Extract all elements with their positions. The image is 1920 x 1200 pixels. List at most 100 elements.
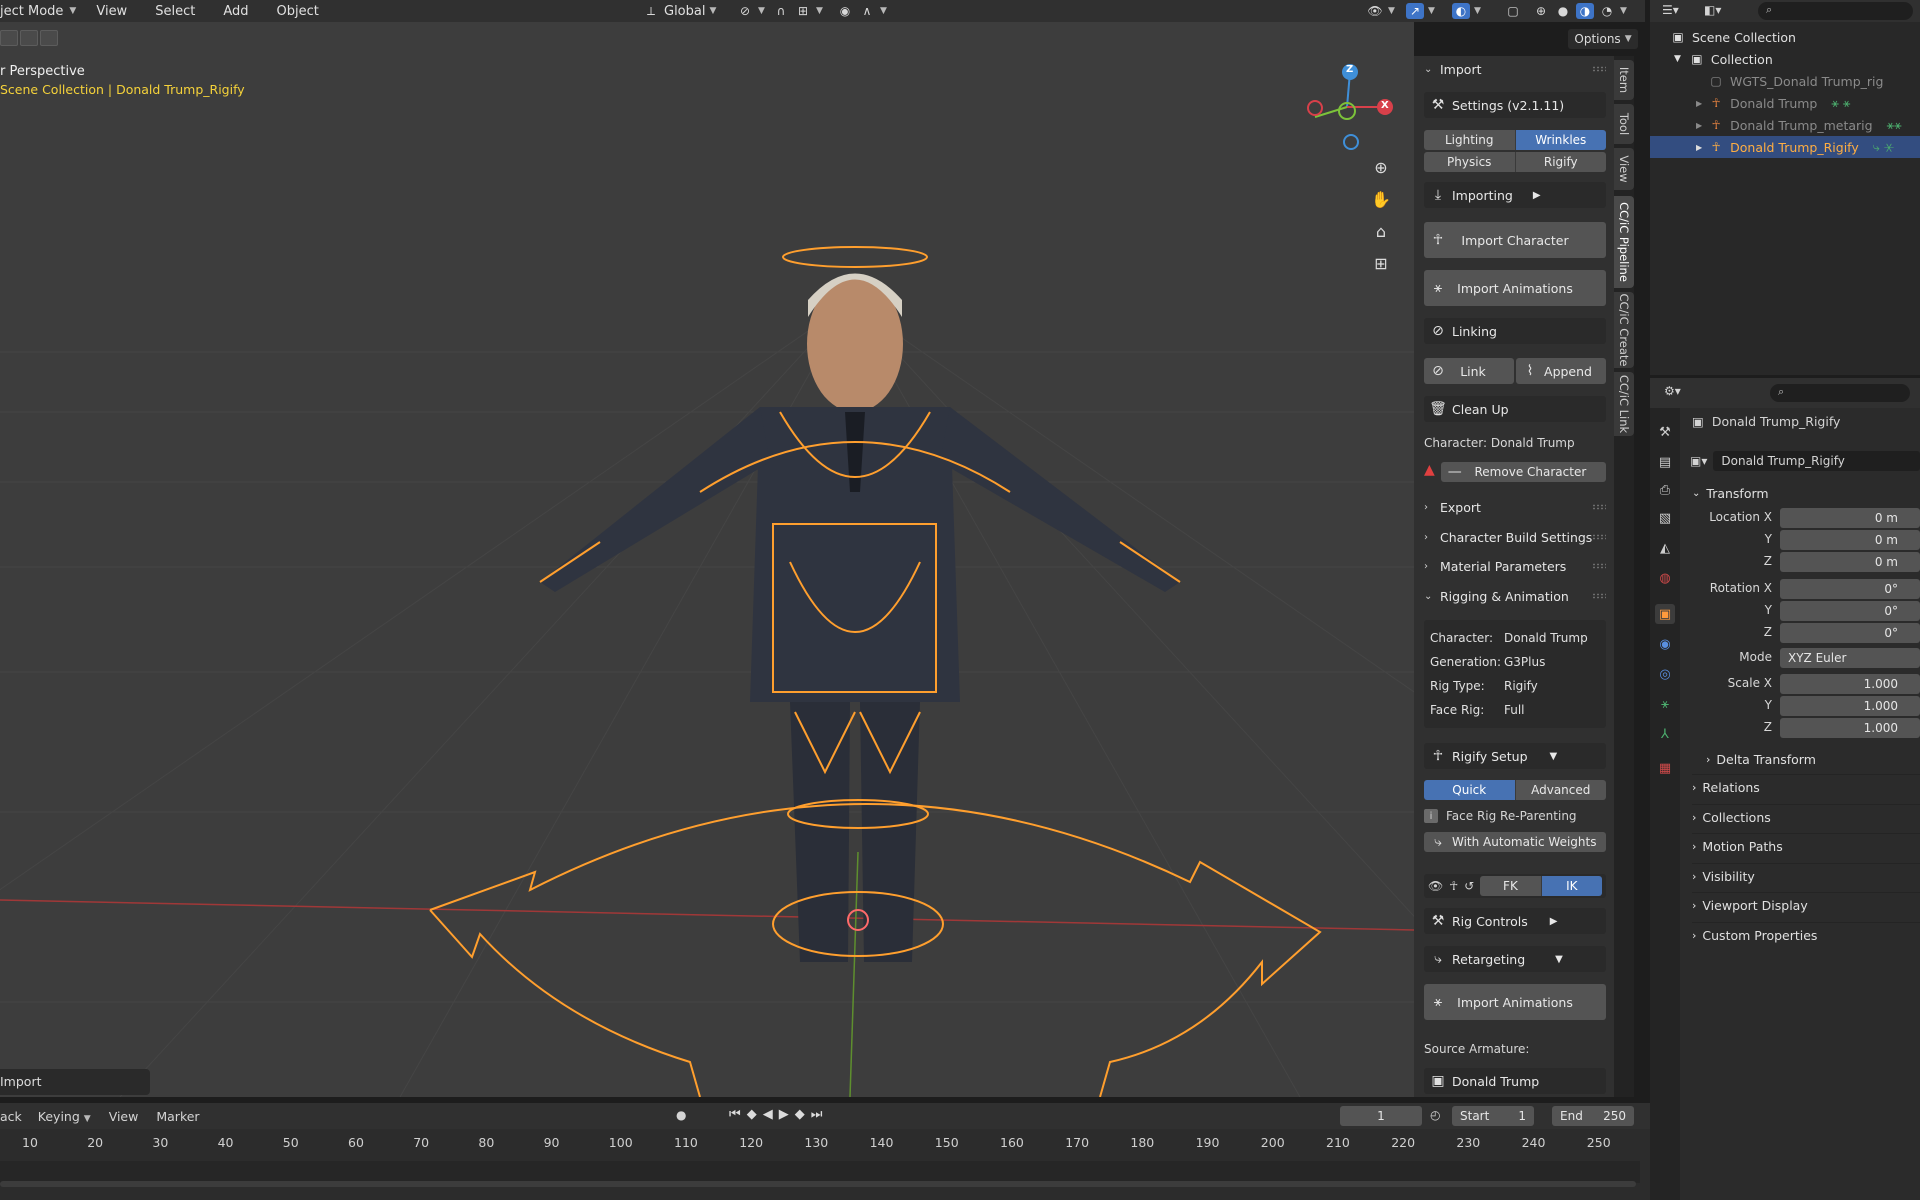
- tab-physics[interactable]: Physics: [1424, 152, 1516, 172]
- outliner-row[interactable]: ▣ Scene Collection: [1650, 26, 1920, 48]
- import-animations-retarget-button[interactable]: ⚹ Import Animations: [1424, 984, 1606, 1020]
- tab-advanced[interactable]: Advanced: [1515, 780, 1606, 800]
- location-y-field[interactable]: 0 m: [1780, 530, 1920, 550]
- menu-view[interactable]: View: [82, 4, 141, 19]
- tab-fk[interactable]: FK: [1480, 876, 1542, 896]
- location-z-field[interactable]: 0 m: [1780, 552, 1920, 572]
- outliner-row[interactable]: ▶ ☥ Donald Trump ⚹ ⚹: [1650, 92, 1920, 114]
- editor-type-icon[interactable]: ☰▾: [1662, 3, 1679, 17]
- location-x-field[interactable]: 0 m: [1780, 508, 1920, 528]
- import-panel-header[interactable]: ⌄ Import: [1424, 58, 1606, 80]
- tab-tool[interactable]: Tool: [1614, 104, 1634, 144]
- pivot-dropdown[interactable]: ⊘ ▼: [736, 0, 765, 22]
- triangle-right-icon[interactable]: ▶: [1696, 121, 1702, 130]
- relations-header[interactable]: › Relations: [1692, 774, 1920, 800]
- tab-wrinkles[interactable]: Wrinkles: [1515, 130, 1606, 150]
- import-animations-button[interactable]: ⚹ Import Animations: [1424, 270, 1606, 306]
- mode-dropdown[interactable]: ject Mode ▼: [0, 4, 82, 19]
- automatic-weights-button[interactable]: ⤷ With Automatic Weights: [1424, 832, 1606, 852]
- view-layer-icon[interactable]: ▧: [1655, 508, 1675, 528]
- append-button[interactable]: ⌇ Append: [1516, 358, 1606, 384]
- tab-lighting[interactable]: Lighting: [1424, 130, 1516, 150]
- cleanup-button[interactable]: 🗑 Clean Up: [1424, 396, 1606, 422]
- rotation-z-field[interactable]: 0°: [1780, 623, 1920, 643]
- drag-grip-icon[interactable]: [1592, 66, 1606, 72]
- character-build-settings-header[interactable]: › Character Build Settings: [1424, 526, 1606, 548]
- editor-type-icon[interactable]: ⚙▾: [1664, 384, 1681, 398]
- tool-icon[interactable]: ⚒: [1655, 422, 1675, 442]
- timeline-area[interactable]: 10 20 30 40 50 60 70 80 90 100 110 120 130 140 150 160 1…: [0, 1129, 1650, 1200]
- rigging-animation-header[interactable]: ⌄ Rigging & Animation: [1424, 585, 1606, 607]
- drag-grip-icon[interactable]: [1592, 534, 1606, 540]
- rendered-shading-icon[interactable]: ◔: [1598, 3, 1616, 19]
- physics-icon[interactable]: ◎: [1655, 664, 1675, 684]
- triangle-right-icon[interactable]: ▶: [1696, 143, 1702, 152]
- next-keyframe-icon[interactable]: ◆: [795, 1107, 805, 1122]
- 3d-viewport[interactable]: Z X ⊕ ✋ ⌂ ⊞ r Perspective Scene Collecti…: [0, 22, 1414, 1097]
- triangle-down-icon[interactable]: ▼: [1674, 54, 1681, 64]
- outliner-search-input[interactable]: ⌕: [1758, 2, 1913, 20]
- remove-character-button[interactable]: — Remove Character: [1440, 462, 1606, 482]
- visibility-dropdown[interactable]: 👁 ▼: [1366, 0, 1395, 22]
- outliner-row-selected[interactable]: ▶ ☥ Donald Trump_Rigify ⤷ ⚹: [1650, 136, 1920, 158]
- delta-transform-header[interactable]: › Delta Transform: [1706, 746, 1920, 772]
- object-icon[interactable]: ▣: [1655, 604, 1675, 624]
- solid-shading-icon[interactable]: ●: [1554, 3, 1572, 19]
- material-shading-icon[interactable]: ◑: [1576, 3, 1594, 19]
- tab-cc-pipeline[interactable]: CC/iC Pipeline: [1614, 196, 1634, 288]
- rig-controls-button[interactable]: ⚒ Rig Controls ▶: [1424, 908, 1606, 934]
- import-character-button[interactable]: ☥ Import Character: [1424, 222, 1606, 258]
- hand-pan-icon[interactable]: ✋: [1366, 184, 1396, 214]
- texture-icon[interactable]: ▦: [1655, 758, 1675, 778]
- overlays-toggle[interactable]: ◐ ▼: [1452, 0, 1481, 22]
- transform-panel-header[interactable]: ⌄ Transform: [1692, 480, 1920, 506]
- proportional-edit-toggle[interactable]: ◉ ∧ ▼: [836, 0, 887, 22]
- stopwatch-icon[interactable]: ◴: [1430, 1108, 1440, 1122]
- visibility-header[interactable]: › Visibility: [1692, 863, 1920, 889]
- importing-section-button[interactable]: ⤓ Importing ▶: [1424, 182, 1606, 208]
- selection-mode-buttons[interactable]: [0, 30, 58, 46]
- select-extend-icon[interactable]: [20, 30, 38, 46]
- world-icon[interactable]: ◍: [1655, 568, 1675, 588]
- keyframe-track[interactable]: [0, 1161, 1640, 1183]
- armature-icon[interactable]: ☥: [1449, 879, 1458, 893]
- retargeting-button[interactable]: ⤷ Retargeting ▼: [1424, 946, 1606, 972]
- zoom-icon[interactable]: ⊕: [1366, 152, 1396, 182]
- grid-ortho-icon[interactable]: ⊞: [1366, 248, 1396, 278]
- play-icon[interactable]: ▶: [779, 1107, 789, 1122]
- play-reverse-icon[interactable]: ◀: [763, 1107, 773, 1122]
- transform-orientation-dropdown[interactable]: ⟂ Global ▼: [642, 0, 716, 22]
- menu-add[interactable]: Add: [209, 4, 262, 19]
- custom-properties-header[interactable]: › Custom Properties: [1692, 922, 1920, 948]
- render-icon[interactable]: ▤: [1655, 452, 1675, 472]
- tab-cc-link[interactable]: CC/iC Link: [1614, 372, 1634, 436]
- menu-object[interactable]: Object: [262, 4, 332, 19]
- rotation-mode-dropdown[interactable]: XYZ Euler: [1780, 648, 1920, 668]
- rotation-y-field[interactable]: 0°: [1780, 601, 1920, 621]
- playback-menu[interactable]: ack: [0, 1109, 32, 1124]
- output-icon[interactable]: ⎙: [1655, 480, 1675, 500]
- select-new-icon[interactable]: [0, 30, 18, 46]
- tab-ik[interactable]: IK: [1541, 876, 1602, 896]
- options-dropdown[interactable]: Options ▼: [1568, 29, 1638, 49]
- eye-icon[interactable]: 👁: [1428, 879, 1443, 893]
- menu-select[interactable]: Select: [141, 4, 209, 19]
- tab-view[interactable]: View: [1614, 148, 1634, 190]
- prev-keyframe-icon[interactable]: ◆: [747, 1107, 757, 1122]
- link-button[interactable]: ⊘ Link: [1424, 358, 1514, 384]
- start-frame-field[interactable]: Start 1: [1452, 1106, 1534, 1126]
- settings-button[interactable]: ⚒ Settings (v2.1.11): [1424, 92, 1606, 118]
- material-parameters-header[interactable]: › Material Parameters: [1424, 555, 1606, 577]
- export-panel-header[interactable]: › Export: [1424, 496, 1606, 518]
- motion-paths-header[interactable]: › Motion Paths: [1692, 833, 1920, 859]
- collections-header[interactable]: › Collections: [1692, 804, 1920, 830]
- outliner-row[interactable]: ▢ WGTS_Donald Trump_rig: [1650, 70, 1920, 92]
- last-operator-panel[interactable]: Import: [0, 1069, 150, 1095]
- undo-icon[interactable]: ↺: [1464, 879, 1474, 893]
- drag-grip-icon[interactable]: [1592, 563, 1606, 569]
- source-armature-field[interactable]: ▣ Donald Trump: [1424, 1068, 1606, 1094]
- linking-section-button[interactable]: ⊘ Linking: [1424, 318, 1606, 344]
- select-subtract-icon[interactable]: [40, 30, 58, 46]
- properties-search-input[interactable]: ⌕: [1770, 384, 1910, 402]
- object-icon[interactable]: ▣▾: [1690, 454, 1707, 468]
